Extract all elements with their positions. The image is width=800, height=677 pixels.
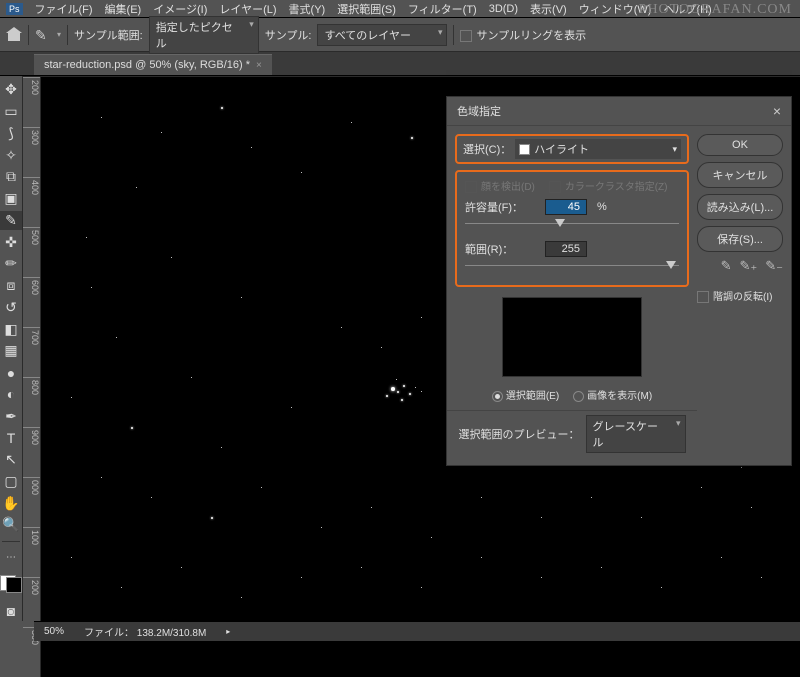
shape-tool[interactable]: ▢ — [0, 472, 22, 492]
load-button[interactable]: 読み込み(L)... — [697, 194, 783, 220]
range-label: 範囲(R)： — [465, 241, 535, 257]
sample-size-label: サンプル範囲: — [74, 27, 143, 43]
preview-mode-label: 選択範囲のプレビュー： — [459, 426, 580, 442]
color-swatch[interactable] — [0, 575, 22, 593]
close-icon[interactable]: × — [773, 103, 781, 119]
color-cluster-checkbox: カラークラスタ指定(Z) — [549, 178, 668, 193]
eyedropper-icon[interactable]: ✎ — [35, 27, 51, 43]
range-slider[interactable] — [465, 259, 679, 273]
fuzziness-unit: % — [597, 201, 607, 213]
history-brush-tool[interactable]: ↺ — [0, 298, 22, 318]
eyedropper-tool[interactable]: ✎ — [0, 211, 22, 231]
crop-tool[interactable]: ⧉ — [0, 167, 22, 187]
fuzziness-input[interactable]: 45 — [545, 199, 587, 215]
hand-tool[interactable]: ✋ — [0, 493, 22, 513]
close-icon[interactable]: × — [256, 60, 262, 71]
vertical-ruler: 200300400500600700800900000100200300 — [23, 77, 41, 677]
face-detect-checkbox: 顔を検出(D) — [465, 178, 535, 193]
menu-image[interactable]: イメージ(I) — [153, 1, 207, 17]
path-tool[interactable]: ↖ — [0, 450, 22, 470]
stamp-tool[interactable]: ⧈ — [0, 276, 22, 296]
select-label: 選択(C)： — [463, 141, 511, 157]
frame-tool[interactable]: ▣ — [0, 189, 22, 209]
fuzziness-slider[interactable] — [465, 217, 679, 231]
menu-select[interactable]: 選択範囲(S) — [337, 1, 396, 17]
select-row: 選択(C)： ハイライト — [455, 134, 689, 164]
options-bar: ✎ ▾ サンプル範囲: 指定したピクセル サンプル: すべてのレイヤー サンプル… — [0, 18, 800, 52]
eyedropper-sub-icon[interactable]: ✎₋ — [765, 258, 783, 274]
blur-tool[interactable]: ● — [0, 363, 22, 383]
lasso-tool[interactable]: ⟆ — [0, 124, 22, 144]
radio-image[interactable]: 画像を表示(M) — [573, 387, 652, 402]
eyedropper-icon[interactable]: ✎ — [721, 258, 732, 274]
heal-tool[interactable]: ✜ — [0, 232, 22, 252]
save-button[interactable]: 保存(S)... — [697, 226, 783, 252]
brush-tool[interactable]: ✏ — [0, 254, 22, 274]
type-tool[interactable]: T — [0, 428, 22, 448]
tab-bar: star-reduction.psd @ 50% (sky, RGB/16) *… — [0, 52, 800, 76]
wand-tool[interactable]: ✧ — [0, 145, 22, 165]
marquee-tool[interactable]: ▭ — [0, 102, 22, 122]
sample-label: サンプル: — [265, 27, 312, 43]
menu-3d[interactable]: 3D(D) — [489, 3, 518, 15]
radio-selection[interactable]: 選択範囲(E) — [492, 387, 559, 402]
eraser-tool[interactable]: ◧ — [0, 319, 22, 339]
menu-edit[interactable]: 編集(E) — [105, 1, 142, 17]
zoom-level[interactable]: 50% — [44, 626, 64, 637]
pen-tool[interactable]: ✒ — [0, 406, 22, 426]
dodge-tool[interactable]: ◐ — [0, 385, 22, 405]
params-box: 顔を検出(D) カラークラスタ指定(Z) 許容量(F)： 45 % 範囲(R)：… — [455, 170, 689, 287]
cancel-button[interactable]: キャンセル — [697, 162, 783, 188]
menu-type[interactable]: 書式(Y) — [289, 1, 326, 17]
zoom-tool[interactable]: 🔍 — [0, 515, 22, 535]
file-size: ファイル： 138.2M/310.8M — [84, 624, 206, 639]
eyedropper-add-icon[interactable]: ✎₊ — [739, 258, 757, 274]
ok-button[interactable]: OK — [697, 134, 783, 156]
range-input[interactable]: 255 — [545, 241, 587, 257]
menu-file[interactable]: ファイル(F) — [35, 1, 93, 17]
sample-ring-checkbox[interactable]: サンプルリングを表示 — [460, 27, 586, 43]
fuzziness-label: 許容量(F)： — [465, 199, 535, 215]
menu-filter[interactable]: フィルター(T) — [408, 1, 477, 17]
invert-checkbox[interactable]: 階調の反転(I) — [697, 288, 783, 303]
toolbar: ✥ ▭ ⟆ ✧ ⧉ ▣ ✎ ✜ ✏ ⧈ ↺ ◧ ▦ ● ◐ ✒ T ↖ ▢ ✋ … — [0, 76, 23, 621]
color-range-dialog: 色域指定 × 選択(C)： ハイライト 顔を検出(D) カラークラスタ指定(Z)… — [446, 96, 792, 466]
preview-mode-select[interactable]: グレースケール — [586, 415, 686, 453]
watermark: PHOTOGRAFAN.COM — [639, 2, 792, 18]
quickmask-tool[interactable]: ◙ — [0, 601, 22, 621]
preview-box — [502, 297, 642, 377]
dialog-title: 色域指定 — [457, 103, 501, 119]
sample-size-select[interactable]: 指定したピクセル — [149, 16, 259, 54]
gradient-tool[interactable]: ▦ — [0, 341, 22, 361]
dialog-titlebar[interactable]: 色域指定 × — [447, 97, 791, 126]
move-tool[interactable]: ✥ — [0, 80, 22, 100]
app-icon: Ps — [6, 3, 23, 15]
sample-select[interactable]: すべてのレイヤー — [317, 24, 447, 46]
status-bar: 50% ファイル： 138.2M/310.8M ▸ — [34, 621, 800, 641]
select-dropdown[interactable]: ハイライト — [515, 139, 681, 159]
menu-layer[interactable]: レイヤー(L) — [219, 1, 276, 17]
menu-view[interactable]: 表示(V) — [530, 1, 567, 17]
document-tab[interactable]: star-reduction.psd @ 50% (sky, RGB/16) *… — [34, 54, 272, 75]
edit-toolbar[interactable]: ⋯ — [0, 548, 22, 568]
home-icon[interactable] — [6, 27, 22, 43]
